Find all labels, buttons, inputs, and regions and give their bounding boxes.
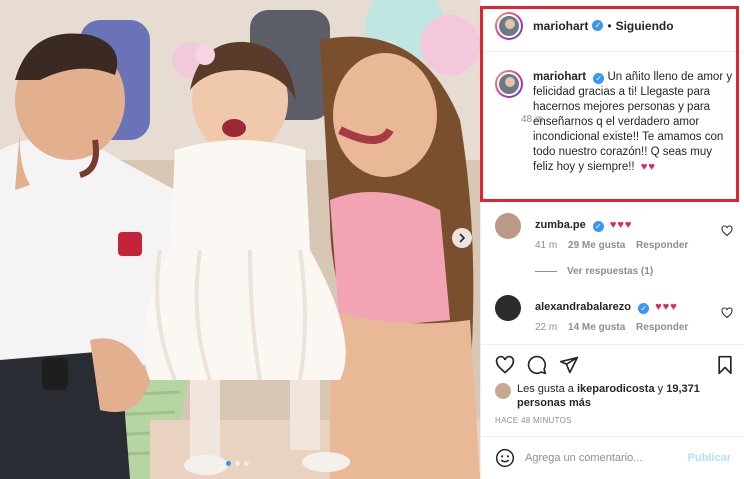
- author-username[interactable]: mariohart: [533, 19, 588, 33]
- replies-divider-line: [535, 271, 557, 272]
- comment-likes[interactable]: 14 Me gusta: [568, 322, 625, 333]
- comment-input[interactable]: [525, 452, 688, 464]
- carousel-dots: [226, 461, 249, 466]
- publish-button[interactable]: Publicar: [688, 452, 731, 464]
- likes-text: Les gusta a ikeparodicosta y 19,371 pers…: [517, 382, 735, 410]
- carousel-dot-active: [226, 461, 231, 466]
- post-age: HACE 48 MINUTOS: [495, 416, 572, 425]
- separator-bullet: •: [607, 18, 612, 33]
- verified-badge-icon: ✓: [593, 73, 605, 84]
- commenter-username[interactable]: alexandrabalarezo: [535, 301, 631, 313]
- view-replies-button[interactable]: Ver respuestas (1): [535, 266, 653, 277]
- comment-meta: 41 m 29 Me gusta Responder: [535, 240, 696, 251]
- comment-bubble-icon[interactable]: [527, 355, 547, 375]
- view-replies-label: Ver respuestas (1): [567, 266, 654, 277]
- comment-text: zumba.pe ✓ ♥♥♥: [535, 219, 632, 232]
- caption-text-block: mariohart ✓ Un añito lleno de amor y fel…: [533, 70, 733, 175]
- add-comment-bar: Publicar: [481, 436, 744, 479]
- caption-timestamp: 48 m: [521, 114, 544, 125]
- comment-text: alexandrabalarezo ✓ ♥♥♥: [535, 301, 678, 314]
- chevron-right-icon: [459, 233, 466, 243]
- post-header: mariohart ✓ • Siguiendo: [481, 0, 744, 52]
- comment-like-heart-icon[interactable]: [721, 307, 733, 319]
- comment-hearts: ♥♥♥: [609, 219, 633, 231]
- verified-badge-icon: ✓: [592, 221, 604, 232]
- commenter-avatar[interactable]: [495, 213, 521, 239]
- comment-like-heart-icon[interactable]: [721, 225, 733, 237]
- comment-likes[interactable]: 29 Me gusta: [568, 240, 625, 251]
- family-photo-illustration: [0, 0, 480, 479]
- caption-author-avatar[interactable]: [495, 70, 523, 98]
- comment-hearts: ♥♥♥: [655, 301, 678, 313]
- smiley-icon[interactable]: [495, 448, 515, 468]
- comment-meta: 22 m 14 Me gusta Responder: [535, 322, 696, 333]
- post-side-panel: mariohart ✓ • Siguiendo mariohart ✓ Un a…: [480, 0, 744, 479]
- heart-outline-icon[interactable]: [495, 355, 515, 375]
- bookmark-icon[interactable]: [715, 355, 735, 375]
- post-actions-bar: [495, 355, 735, 377]
- post-photo[interactable]: [0, 0, 480, 479]
- liker-username[interactable]: ikeparodicosta: [577, 383, 655, 395]
- caption-hearts: ♥♥: [640, 161, 656, 173]
- comment-time: 41 m: [535, 240, 558, 251]
- verified-badge-icon: ✓: [638, 303, 650, 314]
- actions-divider: [481, 344, 744, 345]
- paper-plane-icon[interactable]: [559, 355, 579, 375]
- follow-status-button[interactable]: Siguiendo: [616, 19, 674, 33]
- likes-summary: Les gusta a ikeparodicosta y 19,371 pers…: [495, 382, 735, 410]
- carousel-dot: [244, 461, 249, 466]
- likes-prefix: Les gusta a: [517, 383, 577, 395]
- carousel-dot: [235, 461, 240, 466]
- liker-avatar[interactable]: [495, 383, 511, 399]
- comment-time: 22 m: [535, 322, 558, 333]
- commenter-avatar[interactable]: [495, 295, 521, 321]
- author-avatar[interactable]: [495, 11, 523, 40]
- likes-connector: y: [654, 383, 667, 395]
- reply-button[interactable]: Responder: [636, 322, 688, 333]
- verified-badge-icon: ✓: [592, 20, 604, 31]
- commenter-username[interactable]: zumba.pe: [535, 219, 586, 231]
- caption-text: Un añito lleno de amor y felicidad graci…: [533, 71, 733, 173]
- carousel-next-button[interactable]: [452, 228, 472, 248]
- caption-username[interactable]: mariohart: [533, 71, 586, 83]
- reply-button[interactable]: Responder: [636, 240, 688, 251]
